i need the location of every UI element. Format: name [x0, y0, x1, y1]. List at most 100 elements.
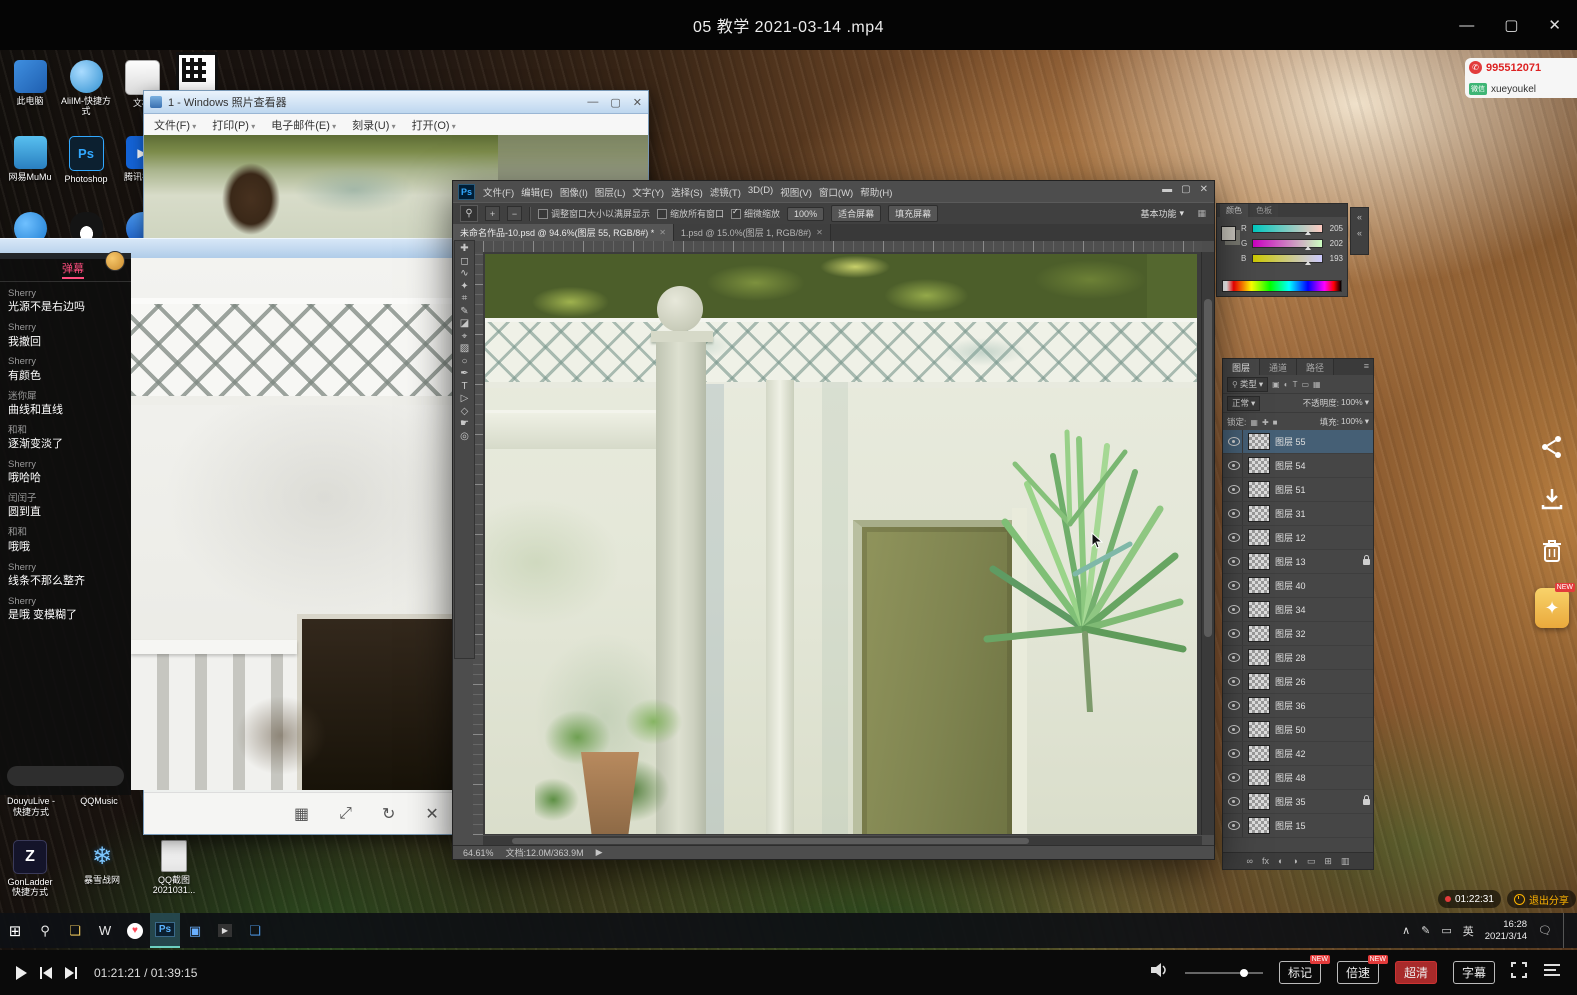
trash-icon[interactable]: [1537, 536, 1567, 566]
download-icon[interactable]: [1537, 484, 1567, 514]
layer-visibility-toggle[interactable]: [1225, 502, 1243, 525]
path-selection-tool[interactable]: ▷: [461, 394, 469, 404]
layer-row[interactable]: 图层 42: [1223, 742, 1373, 766]
layer-row[interactable]: 图层 12: [1223, 526, 1373, 550]
layer-thumbnail[interactable]: [1248, 625, 1270, 642]
layer-mask-icon[interactable]: ◐: [1278, 856, 1283, 866]
red-value[interactable]: 205: [1327, 224, 1343, 233]
layer-visibility-toggle[interactable]: [1225, 454, 1243, 477]
menu-item[interactable]: 选择(S): [671, 185, 703, 199]
layer-visibility-toggle[interactable]: [1225, 550, 1243, 573]
blue-value[interactable]: 193: [1327, 254, 1343, 263]
menu-item[interactable]: 文字(Y): [632, 185, 664, 199]
layer-thumbnail[interactable]: [1248, 433, 1270, 450]
layer-visibility-toggle[interactable]: [1225, 766, 1243, 789]
layer-thumbnail[interactable]: [1248, 553, 1270, 570]
layer-thumbnail[interactable]: [1248, 793, 1270, 810]
lock-position-icon[interactable]: ✚: [1262, 418, 1269, 427]
zoom-tool[interactable]: ◎: [460, 432, 469, 442]
minimize-button[interactable]: ▬: [1162, 184, 1172, 195]
layer-visibility-toggle[interactable]: [1225, 718, 1243, 741]
blue-slider[interactable]: [1252, 254, 1323, 263]
layer-visibility-toggle[interactable]: [1225, 790, 1243, 813]
desktop-icon-mumu[interactable]: 网易MuMu: [2, 132, 58, 208]
exit-share-button[interactable]: 退出分享: [1507, 890, 1576, 908]
volume-slider[interactable]: [1185, 972, 1263, 974]
menu-item[interactable]: 编辑(E): [521, 185, 553, 199]
input-language[interactable]: 英: [1463, 923, 1474, 939]
play-button[interactable]: [16, 966, 27, 980]
notification-icon[interactable]: 🗨: [1538, 924, 1552, 937]
layer-thumbnail[interactable]: [1248, 601, 1270, 618]
layer-row[interactable]: 图层 32: [1223, 622, 1373, 646]
menu-item[interactable]: 打印(P): [212, 117, 255, 133]
layer-visibility-toggle[interactable]: [1225, 622, 1243, 645]
layer-row[interactable]: 图层 15: [1223, 814, 1373, 838]
layer-thumbnail[interactable]: [1248, 745, 1270, 762]
layer-row[interactable]: 图层 31: [1223, 502, 1373, 526]
wps-icon[interactable]: W: [90, 913, 120, 948]
panel-tab[interactable]: 色板: [1250, 204, 1278, 217]
shortcut-qq-screenshot[interactable]: QQ截图2021031...: [148, 840, 200, 898]
layer-visibility-toggle[interactable]: [1225, 430, 1243, 453]
chat-input[interactable]: [7, 766, 124, 786]
zoom-out-toggle[interactable]: −: [507, 206, 522, 221]
layer-thumbnail[interactable]: [1248, 649, 1270, 666]
tray-pen-icon[interactable]: ✎: [1421, 924, 1430, 937]
layer-visibility-toggle[interactable]: [1225, 574, 1243, 597]
desktop-icon-this-pc[interactable]: 此电脑: [2, 56, 58, 132]
favorite-icon[interactable]: ✦NEW: [1535, 588, 1569, 628]
workspace-grid-icon[interactable]: ▦: [1197, 208, 1206, 219]
desktop-icon-aliim[interactable]: AliIM-快捷方式: [58, 56, 114, 132]
resize-windows-checkbox[interactable]: 调整窗口大小以满屏显示: [538, 207, 650, 220]
folder2-icon[interactable]: ❏: [240, 913, 270, 948]
layer-row[interactable]: 图层 48: [1223, 766, 1373, 790]
layer-row[interactable]: 图层 50: [1223, 718, 1373, 742]
layer-row[interactable]: 图层 40: [1223, 574, 1373, 598]
gradient-tool[interactable]: ▨: [460, 344, 469, 354]
zoom-100-button[interactable]: 100%: [787, 207, 824, 221]
layer-visibility-toggle[interactable]: [1225, 814, 1243, 837]
layer-row[interactable]: 图层 28: [1223, 646, 1373, 670]
shape-tool[interactable]: ◇: [461, 407, 469, 417]
fit-screen-button[interactable]: 适合屏幕: [831, 205, 881, 222]
layer-thumbnail[interactable]: [1248, 817, 1270, 834]
heart-app-icon[interactable]: ♥: [120, 913, 150, 948]
menu-item[interactable]: 3D(D): [748, 185, 773, 199]
panel-tab[interactable]: 颜色: [1220, 204, 1248, 217]
menu-item[interactable]: 打开(O): [412, 117, 456, 133]
crop-tool[interactable]: ⌗: [462, 294, 468, 304]
layer-visibility-toggle[interactable]: [1225, 646, 1243, 669]
minimize-button[interactable]: —: [587, 96, 598, 109]
layer-thumbnail[interactable]: [1248, 457, 1270, 474]
layer-visibility-toggle[interactable]: [1225, 670, 1243, 693]
layer-row[interactable]: 图层 13: [1223, 550, 1373, 574]
rotate-icon[interactable]: ↻: [382, 804, 395, 824]
start-button[interactable]: ⊞: [0, 913, 30, 948]
layer-row[interactable]: 图层 36: [1223, 694, 1373, 718]
delete-layer-icon[interactable]: ▥: [1341, 856, 1350, 867]
filter-adjustment-icon[interactable]: ◐: [1284, 380, 1289, 389]
zoom-in-toggle[interactable]: +: [485, 206, 500, 221]
pen-tool[interactable]: ✒: [460, 369, 468, 379]
speed-button[interactable]: 倍速NEW: [1337, 961, 1379, 984]
layer-thumbnail[interactable]: [1248, 697, 1270, 714]
layer-row[interactable]: 图层 34: [1223, 598, 1373, 622]
status-arrow-icon[interactable]: ▶: [596, 847, 603, 858]
menu-item[interactable]: 窗口(W): [819, 185, 853, 199]
filter-kind-icon[interactable]: ▣: [1272, 380, 1280, 389]
layer-thumbnail[interactable]: [1248, 721, 1270, 738]
delete-icon[interactable]: ✕: [425, 804, 438, 824]
layer-row[interactable]: 图层 26: [1223, 670, 1373, 694]
media-app-icon[interactable]: ▶: [210, 913, 240, 948]
menu-item[interactable]: 视图(V): [780, 185, 812, 199]
panel-menu-icon[interactable]: ≡: [1364, 361, 1369, 371]
menu-item[interactable]: 帮助(H): [860, 185, 892, 199]
tray-caret-icon[interactable]: ∧: [1402, 924, 1410, 937]
document-tab[interactable]: 1.psd @ 15.0%(图层 1, RGB/8#) ✕: [674, 224, 831, 241]
lock-transparency-icon[interactable]: ▦: [1250, 418, 1258, 427]
red-slider[interactable]: [1252, 224, 1323, 233]
close-tab-icon[interactable]: ✕: [816, 228, 823, 237]
lock-all-icon[interactable]: ■: [1273, 418, 1278, 427]
photoshop-taskbar-icon[interactable]: Ps: [150, 913, 180, 948]
